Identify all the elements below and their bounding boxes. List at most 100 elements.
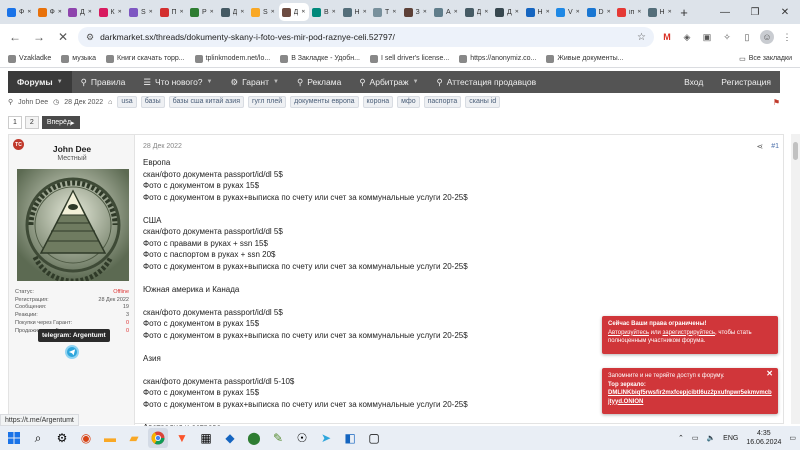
register-button[interactable]: Регистрация: [712, 71, 780, 93]
tab-close-icon[interactable]: ✕: [58, 9, 62, 15]
login-link[interactable]: Авторизуйтесь: [608, 330, 649, 336]
start-windows-icon[interactable]: [4, 428, 24, 448]
telegram-icon[interactable]: [65, 345, 79, 359]
page-scrollbar[interactable]: [791, 134, 800, 424]
thread-tag[interactable]: базы сша китай азия: [168, 96, 244, 108]
browser-tab[interactable]: Н ✕: [523, 3, 554, 21]
browser-tab[interactable]: іп ✕: [614, 3, 645, 21]
post-number[interactable]: #1: [771, 143, 779, 150]
tab-close-icon[interactable]: ✕: [180, 9, 184, 15]
volume-icon[interactable]: 🔈: [706, 434, 715, 442]
menu-kebab-icon[interactable]: ⋮: [780, 30, 794, 44]
app-icon[interactable]: ✎: [268, 428, 288, 448]
chevron-down-icon[interactable]: ▼: [273, 79, 279, 85]
extension-icon[interactable]: ◈: [680, 30, 694, 44]
thread-tag[interactable]: корона: [362, 96, 394, 108]
browser-tab[interactable]: Н ✕: [340, 3, 371, 21]
stop-loading-button[interactable]: ✕: [54, 28, 72, 46]
tab-close-icon[interactable]: ✕: [240, 9, 244, 15]
forum-nav-item[interactable]: ⚙ Гарант ▼: [221, 71, 287, 93]
close-icon[interactable]: ✕: [766, 369, 773, 379]
browser-tab[interactable]: D ✕: [584, 3, 615, 21]
browser-tab[interactable]: П ✕: [157, 3, 188, 21]
media-player-icon[interactable]: ◉: [76, 428, 96, 448]
tab-close-icon[interactable]: ✕: [454, 9, 458, 15]
browser-tab[interactable]: Д ✕: [65, 3, 96, 21]
network-icon[interactable]: ▭: [692, 434, 699, 442]
chevron-down-icon[interactable]: ▼: [57, 79, 63, 85]
scroll-thumb[interactable]: [793, 142, 798, 160]
tab-close-icon[interactable]: ✕: [301, 9, 305, 15]
gmail-extension-icon[interactable]: M: [660, 30, 674, 44]
language-indicator[interactable]: ENG: [723, 435, 738, 442]
bookmark-item[interactable]: Живые документы...: [546, 54, 624, 63]
calendar-icon[interactable]: ▦: [196, 428, 216, 448]
tab-close-icon[interactable]: ✕: [271, 9, 275, 15]
browser-tab[interactable]: Р ✕: [187, 3, 218, 21]
browser-tab[interactable]: Д ✕: [278, 3, 309, 21]
browser-tab[interactable]: Д ✕: [492, 3, 523, 21]
bookmark-item[interactable]: музыка: [61, 54, 96, 63]
avatar[interactable]: [17, 169, 129, 281]
register-link[interactable]: зарегистрируйтесь: [663, 330, 716, 336]
thread-date[interactable]: 28 Дек 2022: [64, 99, 103, 106]
onion-link[interactable]: DMLINKbiqf5rwsfir2mxfcepjcibtl6uz2pxufnp…: [608, 390, 772, 405]
thread-tag[interactable]: сканы id: [465, 96, 501, 108]
notification-icon[interactable]: ▭: [789, 434, 796, 442]
new-tab-button[interactable]: +: [675, 3, 693, 21]
browser-tab[interactable]: V ✕: [553, 3, 584, 21]
thread-tag[interactable]: паспорта: [423, 96, 462, 108]
browser-tab[interactable]: Д ✕: [218, 3, 249, 21]
browser-tab[interactable]: Т ✕: [370, 3, 401, 21]
bookmark-item[interactable]: I sell driver's license...: [369, 54, 449, 63]
tab-close-icon[interactable]: ✕: [576, 9, 580, 15]
maximize-button[interactable]: ❐: [740, 0, 770, 24]
search-icon[interactable]: ⌕: [28, 428, 48, 448]
tab-close-icon[interactable]: ✕: [423, 9, 427, 15]
app-icon[interactable]: ▢: [364, 428, 384, 448]
thread-tag[interactable]: гугл плей: [247, 96, 287, 108]
forum-nav-item[interactable]: Форумы ▼: [8, 71, 72, 93]
site-info-icon[interactable]: ⚙: [86, 32, 94, 43]
page-link[interactable]: 1: [8, 116, 22, 129]
browser-tab[interactable]: В ✕: [309, 3, 340, 21]
browser-tab[interactable]: Ф ✕: [35, 3, 66, 21]
next-page-button[interactable]: Вперёд ▸: [41, 116, 80, 129]
close-window-button[interactable]: ✕: [770, 0, 800, 24]
tab-close-icon[interactable]: ✕: [118, 9, 122, 15]
chevron-down-icon[interactable]: ▼: [207, 79, 213, 85]
app-icon[interactable]: ☉: [292, 428, 312, 448]
bookmark-item[interactable]: tplinkmodem.net/lo...: [194, 54, 270, 63]
bookmark-item[interactable]: Vzakladke: [8, 54, 51, 63]
brave-icon[interactable]: ▼: [172, 428, 192, 448]
folder-icon[interactable]: ▰: [124, 428, 144, 448]
chevron-up-icon[interactable]: ⌃: [678, 434, 684, 442]
thread-tag[interactable]: документы европа: [290, 96, 359, 108]
address-bar[interactable]: ⚙ darkmarket.sx/threads/dokumenty-skany-…: [78, 27, 654, 47]
chevron-down-icon[interactable]: ▼: [413, 79, 419, 85]
forum-nav-item[interactable]: ⚲ Арбитраж ▼: [350, 71, 427, 93]
browser-tab[interactable]: К ✕: [96, 3, 127, 21]
browser-tab[interactable]: З ✕: [401, 3, 432, 21]
thread-tag[interactable]: базы: [140, 96, 165, 108]
tab-close-icon[interactable]: ✕: [392, 9, 396, 15]
tab-close-icon[interactable]: ✕: [607, 9, 611, 15]
extension-icon[interactable]: ▣: [700, 30, 714, 44]
tab-close-icon[interactable]: ✕: [668, 9, 672, 15]
share-icon[interactable]: ⋖: [757, 142, 764, 151]
browser-tab[interactable]: S ✕: [248, 3, 279, 21]
browser-tab[interactable]: Н ✕: [645, 3, 676, 21]
tab-close-icon[interactable]: ✕: [515, 9, 519, 15]
forward-button[interactable]: →: [30, 28, 48, 46]
telegram-taskbar-icon[interactable]: ➤: [316, 428, 336, 448]
bookmark-item[interactable]: https://anonymiz.co...: [459, 54, 536, 63]
forum-nav-item[interactable]: ⚲ Реклама: [288, 71, 350, 93]
back-button[interactable]: ←: [6, 28, 24, 46]
url-text[interactable]: darkmarket.sx/threads/dokumenty-skany-i-…: [100, 32, 631, 42]
thread-tag[interactable]: usa: [117, 96, 137, 108]
all-bookmarks-button[interactable]: ▭ Все закладки: [739, 55, 792, 63]
puzzle-extensions-icon[interactable]: ✧: [720, 30, 734, 44]
tab-close-icon[interactable]: ✕: [149, 9, 153, 15]
torrent-icon[interactable]: ⬤: [244, 428, 264, 448]
forum-nav-item[interactable]: ⚲ Правила: [72, 71, 135, 93]
